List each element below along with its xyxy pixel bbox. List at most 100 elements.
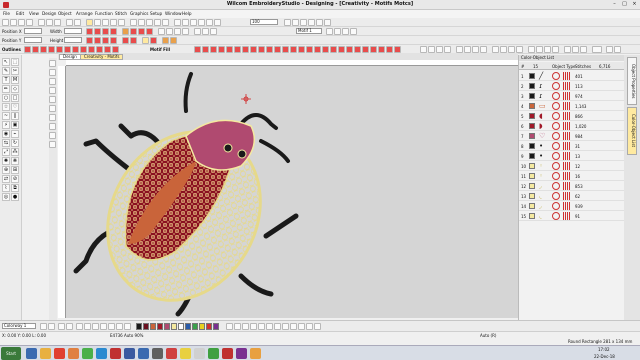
- palette-l-icon[interactable]: [314, 323, 321, 330]
- taskbar-app-a-icon[interactable]: [96, 348, 107, 359]
- circle-tool-icon[interactable]: ○: [2, 94, 10, 102]
- zoom-box-icon[interactable]: [198, 19, 205, 26]
- palette-swatch[interactable]: [199, 323, 205, 330]
- colorway-j-icon[interactable]: [116, 323, 123, 330]
- refresh-icon[interactable]: [214, 19, 221, 26]
- menu-window[interactable]: Window: [165, 11, 182, 16]
- slow-redraw-icon[interactable]: [110, 19, 117, 26]
- menu-view[interactable]: View: [29, 11, 39, 16]
- palette-swatch[interactable]: [143, 323, 149, 330]
- taskbar-explorer-icon[interactable]: [40, 348, 51, 359]
- taskbar-app-h-icon[interactable]: [194, 348, 205, 359]
- copy-icon[interactable]: [46, 19, 53, 26]
- run-tool-icon[interactable]: ~: [2, 112, 10, 120]
- palette-d-icon[interactable]: [250, 323, 257, 330]
- design-canvas[interactable]: [66, 66, 518, 318]
- outline-stem-icon[interactable]: [56, 46, 63, 53]
- color-swatch[interactable]: [529, 213, 535, 219]
- colorway-f-icon[interactable]: [84, 323, 91, 330]
- open-icon[interactable]: [10, 19, 17, 26]
- tile-icon[interactable]: ⊞: [11, 166, 19, 174]
- save-icon[interactable]: [18, 19, 25, 26]
- color-swatch[interactable]: [529, 103, 535, 109]
- trim-icon[interactable]: ⌇: [2, 184, 10, 192]
- lock-icon[interactable]: [162, 19, 169, 26]
- blanket-icon[interactable]: [122, 37, 129, 44]
- motif-e-icon[interactable]: [226, 46, 233, 53]
- heart-tool-icon[interactable]: ♡: [11, 103, 19, 111]
- wreath-icon[interactable]: ✺: [2, 157, 10, 165]
- start-button[interactable]: Start: [1, 347, 21, 360]
- palette-swatch[interactable]: [150, 323, 156, 330]
- print-icon[interactable]: [26, 19, 33, 26]
- object-row[interactable]: 12 ◞ 853: [519, 181, 625, 191]
- width-field[interactable]: [64, 28, 82, 34]
- hoop-select-icon[interactable]: [142, 37, 149, 44]
- motif-d-icon[interactable]: [218, 46, 225, 53]
- tatami-icon[interactable]: [94, 28, 101, 35]
- object-row[interactable]: 5 ◖ 866: [519, 111, 625, 121]
- curved-fill-icon[interactable]: [166, 28, 173, 35]
- taskbar-ie-icon[interactable]: [26, 348, 37, 359]
- motif-p-icon[interactable]: [314, 46, 321, 53]
- object-row[interactable]: 3 ɾ 974: [519, 91, 625, 101]
- object-row[interactable]: 15 ◟ 91: [519, 211, 625, 221]
- position-y-field[interactable]: [24, 37, 42, 43]
- knife-icon[interactable]: ✂: [11, 67, 19, 75]
- auto-fabric-icon[interactable]: [194, 28, 201, 35]
- docker-f-icon[interactable]: [49, 105, 56, 112]
- convert-icon[interactable]: ⇄: [2, 175, 10, 183]
- rotate-icon[interactable]: ↻: [11, 139, 19, 147]
- view-c-icon[interactable]: [436, 46, 443, 53]
- docker-i-icon[interactable]: [49, 132, 56, 139]
- taskbar-firefox-icon[interactable]: [68, 348, 79, 359]
- palette-j-icon[interactable]: [298, 323, 305, 330]
- single-outline-icon[interactable]: [86, 37, 93, 44]
- undo-icon[interactable]: [66, 19, 73, 26]
- color-swatch[interactable]: [529, 113, 535, 119]
- step-icon[interactable]: [102, 28, 109, 35]
- motif-v-icon[interactable]: [362, 46, 369, 53]
- palette-a-icon[interactable]: [226, 323, 233, 330]
- palette-swatch[interactable]: [171, 323, 177, 330]
- taskbar-app-j-icon[interactable]: [222, 348, 233, 359]
- view-b-icon[interactable]: [428, 46, 435, 53]
- maximize-button[interactable]: □: [620, 1, 629, 8]
- polyline-select-icon[interactable]: ⬚: [11, 58, 19, 66]
- colorway-a-icon[interactable]: [40, 323, 47, 330]
- view-s-icon[interactable]: [580, 46, 587, 53]
- show-stitches-icon[interactable]: [284, 19, 291, 26]
- colorway-h-icon[interactable]: [100, 323, 107, 330]
- outline-scallop-icon[interactable]: [96, 46, 103, 53]
- close-button[interactable]: ×: [630, 1, 639, 8]
- view-g-icon[interactable]: [472, 46, 479, 53]
- object-row[interactable]: 6 ◗ 1,020: [519, 121, 625, 131]
- star-tool-icon[interactable]: ☆: [2, 103, 10, 111]
- taskbar-app-k-icon[interactable]: [236, 348, 247, 359]
- object-row[interactable]: 8 • 31: [519, 141, 625, 151]
- object-row[interactable]: 2 ɾ 113: [519, 81, 625, 91]
- view-f-icon[interactable]: [464, 46, 471, 53]
- cross-stitch-icon[interactable]: [130, 28, 137, 35]
- palette-swatch[interactable]: [164, 323, 170, 330]
- stitch-player-icon[interactable]: [102, 19, 109, 26]
- raised-satin-icon[interactable]: [138, 28, 145, 35]
- menu-stitch[interactable]: Stitch: [115, 11, 127, 16]
- color-swatch[interactable]: [529, 83, 535, 89]
- branch-icon[interactable]: [342, 28, 349, 35]
- motif-a-icon[interactable]: [194, 46, 201, 53]
- weld-icon[interactable]: [350, 28, 357, 35]
- hoop-icon[interactable]: [86, 19, 93, 26]
- color-wheel-icon[interactable]: ◉: [2, 130, 10, 138]
- underlay-icon[interactable]: [202, 28, 209, 35]
- palette-swatch[interactable]: [213, 323, 219, 330]
- view-q-icon[interactable]: [564, 46, 571, 53]
- motif-q-icon[interactable]: [322, 46, 329, 53]
- motif-c-icon[interactable]: [210, 46, 217, 53]
- object-row[interactable]: 4 ▭ 1,143: [519, 101, 625, 111]
- palette-k-icon[interactable]: [306, 323, 313, 330]
- palette-c-icon[interactable]: [242, 323, 249, 330]
- array-icon[interactable]: ⁂: [11, 148, 19, 156]
- view-a-icon[interactable]: [420, 46, 427, 53]
- palette-swatch[interactable]: [136, 323, 142, 330]
